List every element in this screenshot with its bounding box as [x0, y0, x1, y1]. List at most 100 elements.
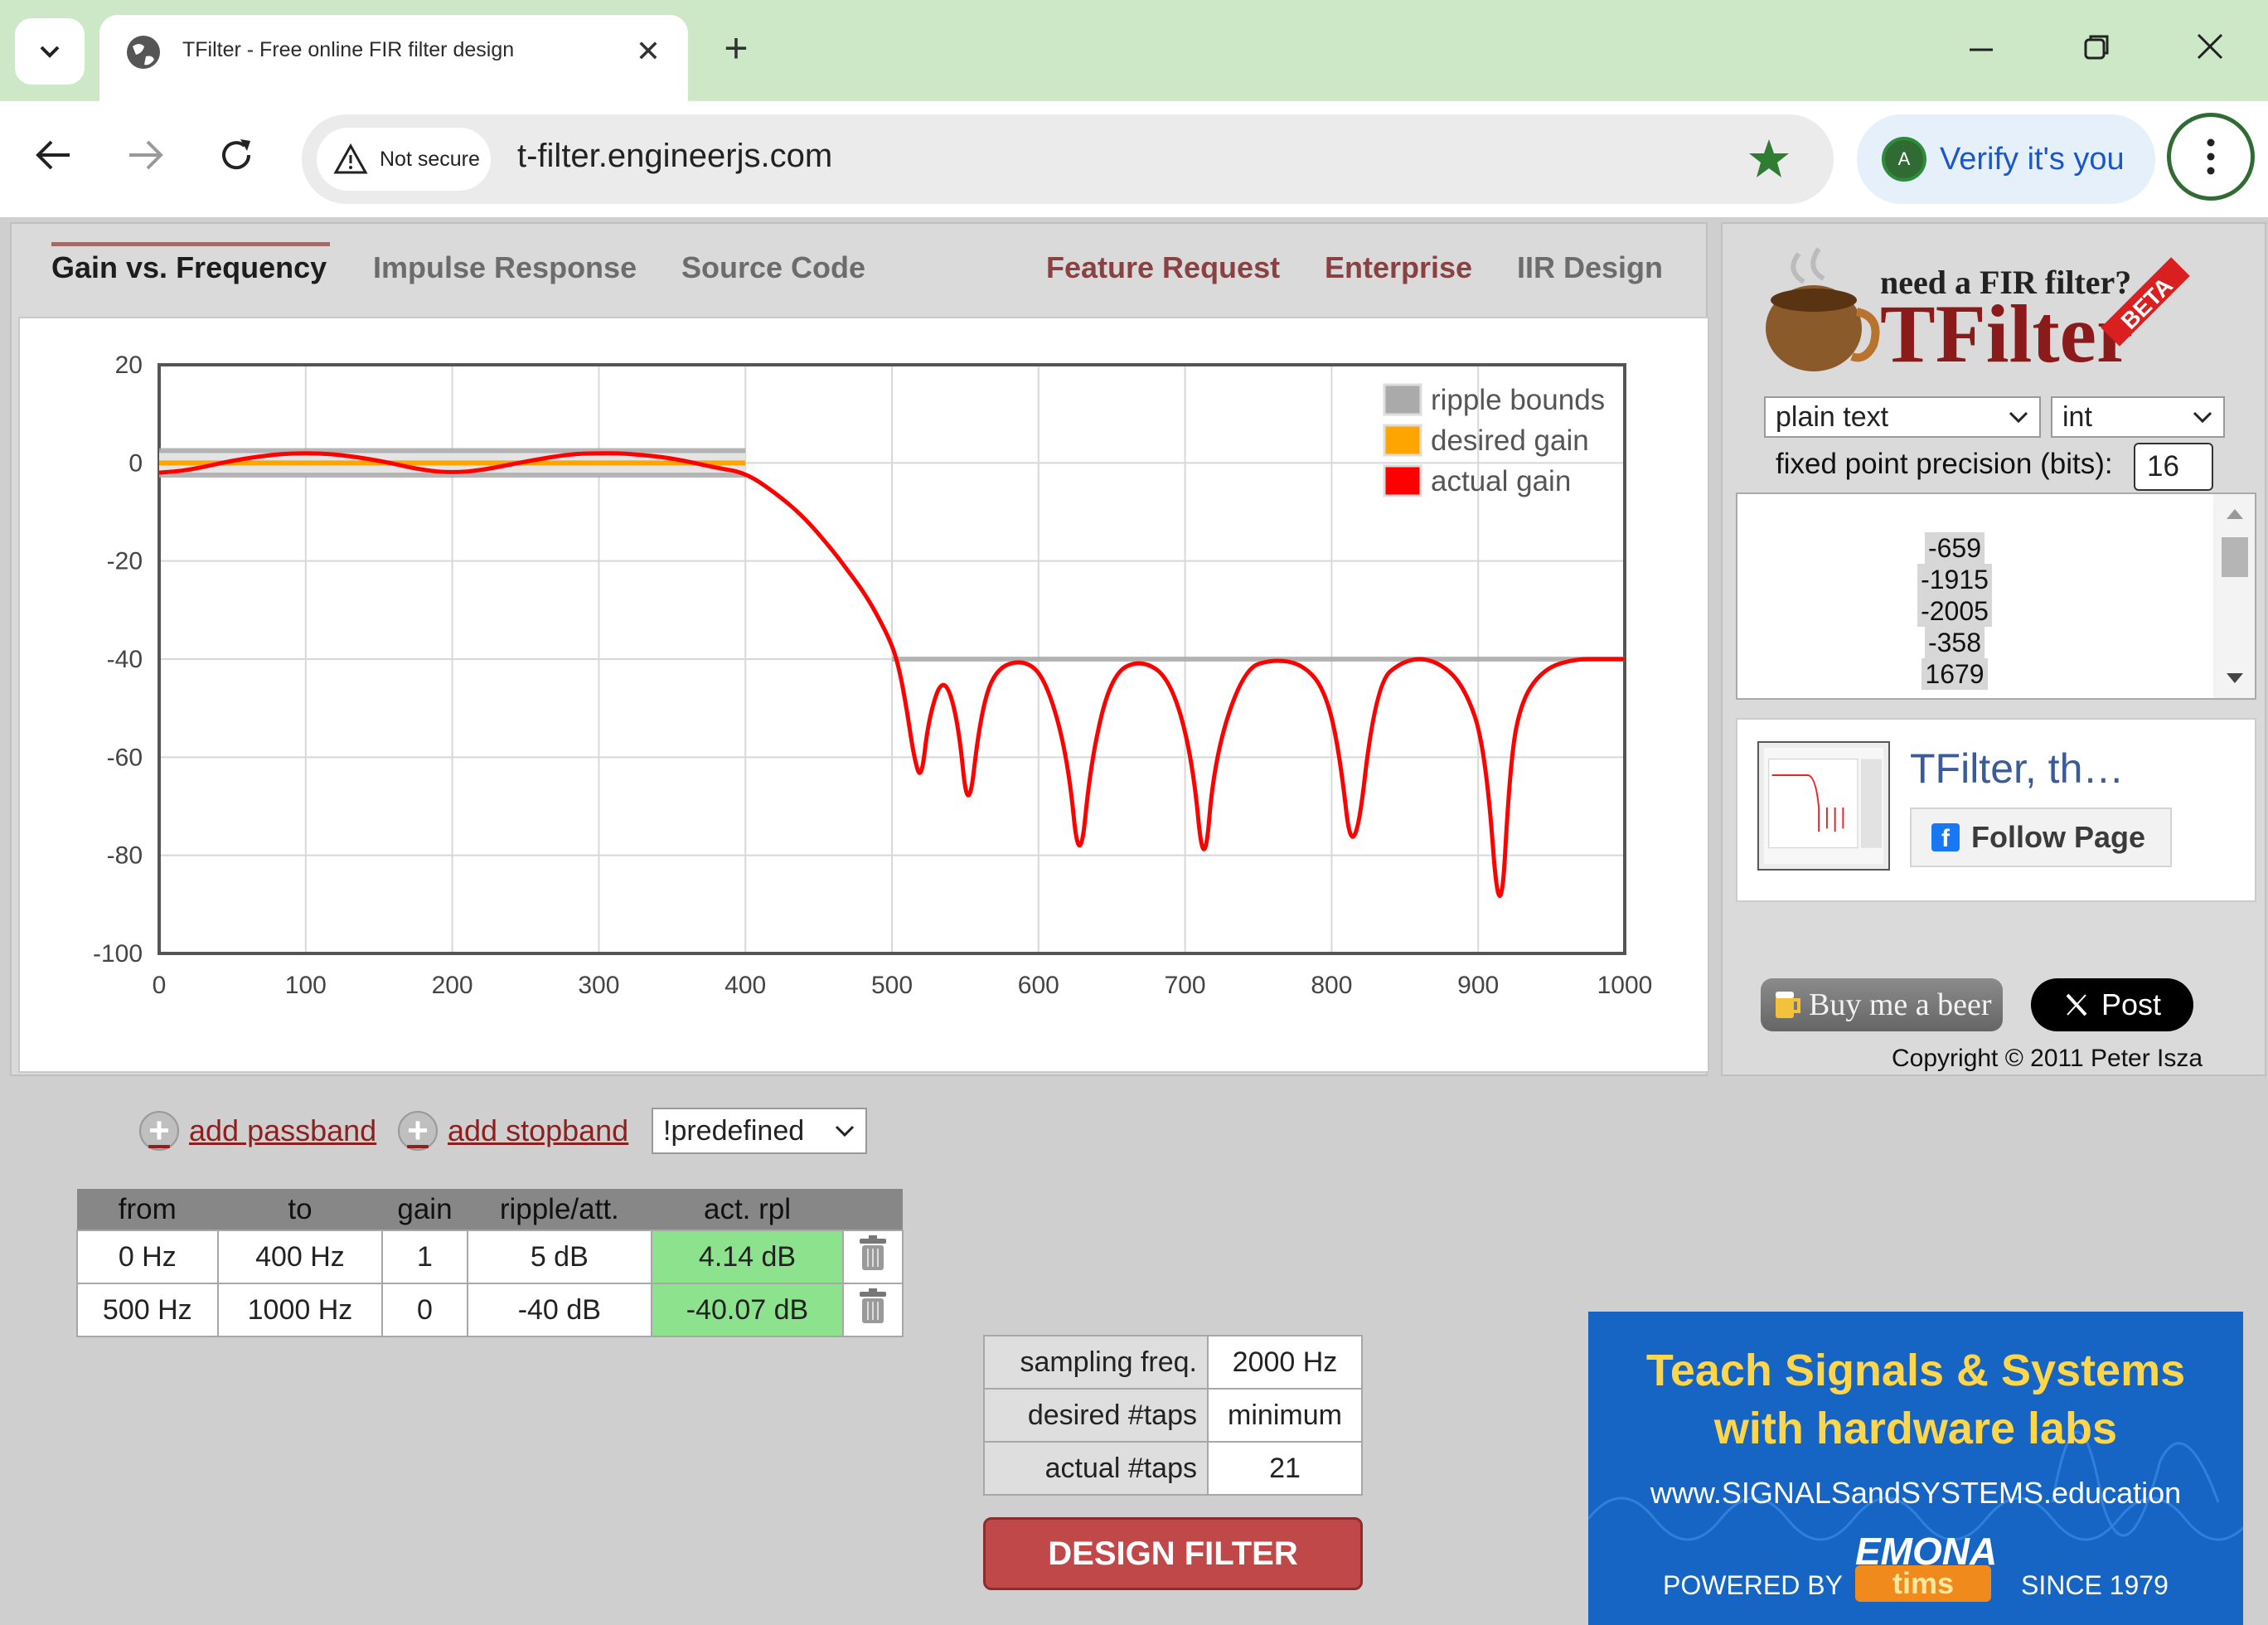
avatar: A [1882, 137, 1926, 182]
add-stopband-link[interactable]: + add stopband [398, 1111, 628, 1151]
verify-identity-button[interactable]: A Verify it's you [1857, 114, 2155, 204]
browser-toolbar: Not secure t-filter.engineerjs.com A Ver… [0, 101, 2268, 217]
tab-source-code[interactable]: Source Code [681, 250, 865, 285]
security-chip[interactable]: Not secure [317, 128, 491, 191]
column-header: to [217, 1189, 383, 1230]
ad-brand-sub: tims [1855, 1565, 1991, 1602]
buy-me-a-beer-button[interactable]: Buy me a beer [1761, 978, 2003, 1031]
number-type-select[interactable]: int [2051, 396, 2225, 438]
add-passband-link[interactable]: + add passband [139, 1111, 376, 1151]
facebook-page-title[interactable]: TFilter, th… [1910, 745, 2124, 793]
restore-icon[interactable] [2071, 22, 2120, 71]
band-ripple-cell[interactable]: 5 dB [466, 1230, 653, 1284]
browser-tab[interactable]: TFilter - Free online FIR filter design … [99, 15, 688, 101]
band-gain-cell[interactable]: 0 [381, 1283, 468, 1337]
bookmark-star-icon[interactable] [1744, 134, 1794, 184]
filter-parameters-table: sampling freq. 2000 Hz desired #taps min… [983, 1335, 1363, 1496]
enterprise-link[interactable]: Enterprise [1325, 250, 1472, 285]
y-tick-label: -60 [107, 744, 143, 771]
x-tick-label: 300 [578, 972, 619, 999]
advertisement-banner[interactable]: Teach Signals & Systems with hardware la… [1588, 1312, 2243, 1625]
sampling-freq-input[interactable]: 2000 Hz [1207, 1335, 1363, 1390]
output-format-select[interactable]: plain text [1764, 396, 2041, 438]
y-tick-label: 20 [115, 352, 143, 379]
table-row: actual #taps 21 [983, 1441, 1363, 1496]
band-from-cell[interactable]: 0 Hz [76, 1230, 219, 1284]
plus-icon: + [139, 1111, 179, 1151]
design-filter-button[interactable]: DESIGN FILTER [983, 1517, 1363, 1590]
column-header [843, 1189, 903, 1230]
band-from-cell[interactable]: 500 Hz [76, 1283, 219, 1337]
table-row: desired #taps minimum [983, 1388, 1363, 1443]
column-header: act. rpl [652, 1189, 843, 1230]
add-passband-label: add passband [189, 1113, 377, 1147]
close-window-icon[interactable] [2185, 22, 2235, 71]
tab-strip: TFilter - Free online FIR filter design … [0, 0, 2268, 101]
y-tick-label: -80 [107, 842, 143, 870]
x-tick-label: 800 [1311, 972, 1352, 999]
band-ripple-cell[interactable]: -40 dB [466, 1283, 653, 1337]
ad-headline: Teach Signals & Systems [1645, 1346, 2186, 1395]
tab-title: TFilter - Free online FIR filter design [182, 38, 515, 61]
follow-page-label: Follow Page [1971, 820, 2146, 854]
x-post-button[interactable]: Post [2031, 978, 2193, 1031]
reload-icon[interactable] [207, 126, 265, 184]
url-text[interactable]: t-filter.engineerjs.com [517, 138, 832, 175]
x-tick-label: 700 [1165, 972, 1206, 999]
iir-design-link[interactable]: IIR Design [1517, 250, 1663, 285]
column-header: gain [382, 1189, 468, 1230]
desired-taps-input[interactable]: minimum [1207, 1388, 1363, 1443]
param-label: sampling freq. [983, 1335, 1209, 1390]
tab-impulse-response[interactable]: Impulse Response [373, 250, 637, 285]
delete-band-button[interactable] [842, 1230, 904, 1284]
verify-label: Verify it's you [1940, 141, 2125, 177]
x-tick-label: 500 [871, 972, 913, 999]
follow-page-button[interactable]: f Follow Page [1910, 808, 2172, 867]
precision-input[interactable]: 16 [2134, 443, 2213, 491]
band-to-cell[interactable]: 1000 Hz [216, 1283, 384, 1337]
column-header: ripple/att. [467, 1189, 652, 1230]
ad-since: SINCE 1979 [2021, 1570, 2169, 1600]
coefficient-item: -2005 [1917, 595, 1992, 627]
coefficients-scrollbar[interactable] [2213, 494, 2256, 700]
gain-chart: 0 100 200 300 400 500 600 700 800 900 1000 20 0 -20 -4… [18, 317, 1709, 1073]
minimize-icon[interactable] [1956, 22, 2006, 71]
copyright-text: Copyright © 2011 Peter Isza [1892, 1045, 2203, 1072]
x-tick-label: 200 [432, 972, 473, 999]
feature-request-link[interactable]: Feature Request [1046, 250, 1280, 285]
warning-icon [333, 143, 368, 174]
add-stopband-label: add stopband [448, 1113, 629, 1147]
x-tick-label: 0 [153, 972, 167, 999]
coefficient-item: -358 [1924, 627, 1985, 658]
page-thumbnail[interactable] [1757, 741, 1890, 871]
close-tab-icon[interactable]: ✕ [627, 30, 670, 73]
legend-label: actual gain [1431, 465, 1571, 497]
coefficients-textarea[interactable]: -659 -1915 -2005 -358 1679 [1736, 492, 2256, 700]
x-tick-label: 1000 [1597, 972, 1653, 999]
delete-band-button[interactable] [842, 1283, 904, 1337]
actual-taps-value: 21 [1207, 1441, 1363, 1496]
buy-me-a-beer-label: Buy me a beer [1809, 987, 1992, 1022]
forward-arrow-icon[interactable] [116, 126, 174, 184]
tab-gain-vs-frequency[interactable]: Gain vs. Frequency [51, 250, 327, 285]
tfilter-logo[interactable]: need a FIR filter? TFilter BETA [1756, 245, 2220, 386]
band-gain-cell[interactable]: 1 [381, 1230, 468, 1284]
coefficient-list: -659 -1915 -2005 -358 1679 [1910, 532, 1999, 690]
address-bar[interactable]: Not secure t-filter.engineerjs.com [302, 114, 1834, 204]
x-tick-label: 100 [285, 972, 327, 999]
ad-powered-by: POWERED BY [1663, 1570, 1843, 1600]
trash-icon [860, 1235, 886, 1270]
new-tab-icon[interactable]: + [711, 23, 761, 73]
bands-table: from to gain ripple/att. act. rpl 0 Hz 4… [76, 1189, 904, 1337]
tab-list-button[interactable] [15, 18, 85, 85]
chevron-down-icon [2193, 411, 2212, 424]
table-row: sampling freq. 2000 Hz [983, 1335, 1363, 1390]
back-arrow-icon[interactable] [25, 126, 83, 184]
param-label: desired #taps [983, 1388, 1209, 1443]
plus-icon: + [398, 1111, 438, 1151]
browser-menu-button[interactable] [2167, 113, 2255, 201]
x-tick-label: 600 [1018, 972, 1059, 999]
legend-swatch [1383, 424, 1422, 457]
band-to-cell[interactable]: 400 Hz [216, 1230, 384, 1284]
predefined-select[interactable]: !predefined [652, 1108, 867, 1154]
